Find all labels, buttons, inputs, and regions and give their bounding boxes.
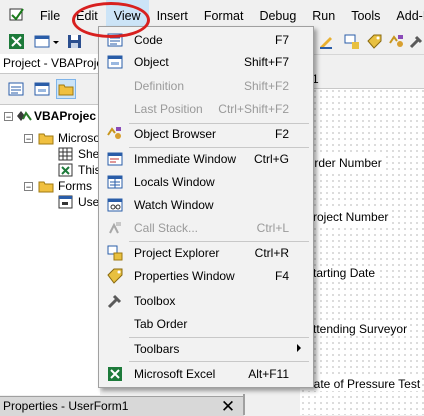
divider — [243, 394, 245, 415]
collapse-icon[interactable]: − — [24, 182, 33, 192]
label-date-of-pressure-test[interactable]: Date of Pressure Test — [304, 377, 422, 391]
watch-window-icon — [107, 197, 123, 213]
menu-tools[interactable]: Tools — [343, 0, 388, 30]
menu-item-watch-window[interactable]: Watch Window — [101, 194, 311, 216]
project-explorer-icon[interactable] — [344, 33, 361, 50]
menu-item-code[interactable]: Code F7 — [101, 29, 311, 51]
properties-title-text: Properties - UserForm1 — [3, 399, 129, 413]
object-browser-icon[interactable] — [388, 33, 405, 50]
menu-item-label: Call Stack... — [134, 221, 199, 235]
view-code-icon[interactable] — [6, 79, 26, 99]
menu-item-label: Properties Window — [134, 269, 235, 283]
menu-item-label: Object — [134, 55, 169, 69]
menu-item-label: Code — [134, 33, 163, 47]
tree-item-vbaproject[interactable]: VBAProjec — [34, 108, 96, 124]
folder-icon — [38, 131, 54, 145]
excel-icon[interactable] — [8, 33, 25, 50]
project-window-toolbar — [0, 74, 100, 104]
userform-designer[interactable] — [300, 70, 424, 415]
menu-file[interactable]: File — [32, 0, 68, 30]
view-object-icon[interactable] — [32, 79, 52, 99]
label-attending-surveyor[interactable]: Attending Surveyor — [304, 322, 409, 336]
menu-item-microsoft-excel[interactable]: Microsoft Excel Alt+F11 — [101, 363, 311, 385]
menu-add-ins[interactable]: Add-Ins — [388, 0, 424, 30]
menu-item-label: Project Explorer — [134, 246, 220, 260]
menu-item-properties-window[interactable]: Properties Window F4 — [101, 265, 311, 287]
menu-item-object[interactable]: Object Shift+F7 — [101, 51, 311, 73]
tree-item-microsoft-excel-objects[interactable]: Microsof — [58, 130, 100, 146]
tree-item-sheet[interactable]: Shee — [78, 146, 100, 162]
menu-item-label: Toolbars — [134, 342, 180, 356]
excel-icon — [107, 366, 123, 382]
menu-item-label: Locals Window — [134, 175, 215, 189]
menu-item-label: Object Browser — [134, 127, 217, 141]
menu-item-shortcut: F7 — [274, 33, 289, 47]
menu-item-locals-window[interactable]: Locals Window — [101, 171, 311, 193]
locals-window-icon — [107, 174, 123, 190]
menu-item-shortcut: Alt+F11 — [248, 367, 289, 381]
menu-item-definition[interactable]: Definition Shift+F2 — [101, 75, 311, 97]
project-tree: − VBAProjec − Microsof Shee This − Forms… — [0, 104, 100, 395]
collapse-icon[interactable]: − — [4, 112, 13, 122]
immediate-window-icon — [107, 151, 123, 167]
insert-userform-icon[interactable] — [34, 33, 51, 50]
design-mode-icon[interactable] — [318, 33, 335, 50]
menu-item-call-stack[interactable]: Call Stack... Ctrl+L — [101, 217, 311, 239]
object-icon — [107, 54, 123, 70]
menu-item-shortcut: Ctrl+G — [253, 152, 289, 166]
menu-separator — [129, 361, 309, 362]
view-menu: Code F7 Object Shift+F7 Definition Shift… — [98, 26, 314, 388]
userform-icon — [58, 195, 74, 209]
menu-item-immediate-window[interactable]: Immediate Window Ctrl+G — [101, 148, 311, 170]
menu-item-shortcut: Ctrl+L — [256, 221, 289, 235]
menu-item-label: Last Position — [134, 102, 203, 116]
code-icon — [107, 32, 123, 48]
menu-item-label: Definition — [134, 79, 185, 93]
object-browser-icon — [107, 126, 123, 142]
menu-item-label: Microsoft Excel — [134, 367, 216, 381]
menu-item-object-browser[interactable]: Object Browser F2 — [101, 123, 311, 145]
project-explorer-icon — [107, 245, 123, 261]
menu-item-project-explorer[interactable]: Project Explorer Ctrl+R — [101, 242, 311, 264]
menu-item-label: Toolbox — [134, 294, 176, 308]
menu-item-shortcut: F2 — [274, 127, 289, 141]
menu-item-tab-order[interactable]: Tab Order — [101, 313, 311, 335]
close-icon[interactable]: ✕ — [218, 397, 238, 416]
menu-item-label: Immediate Window — [134, 152, 237, 166]
menu-item-toolbox[interactable]: Toolbox — [101, 290, 311, 312]
menu-item-label: Tab Order — [134, 317, 188, 331]
tree-item-thisworkbook[interactable]: This — [78, 162, 100, 178]
collapse-icon[interactable]: − — [24, 134, 33, 144]
label-order-number[interactable]: Order Number — [304, 156, 383, 170]
toolbox-icon[interactable] — [408, 33, 424, 50]
vbe-app-icon[interactable] — [8, 6, 26, 24]
properties-window-icon[interactable] — [366, 33, 383, 50]
tree-item-forms[interactable]: Forms — [58, 178, 92, 194]
workbook-icon — [58, 163, 74, 177]
menu-item-shortcut: Ctrl+Shift+F2 — [218, 102, 289, 116]
menu-item-shortcut: Ctrl+R — [254, 246, 289, 260]
call-stack-icon — [107, 220, 123, 236]
toolbox-icon — [107, 293, 123, 309]
properties-window-icon — [107, 268, 123, 284]
menu-item-shortcut: Shift+F7 — [243, 55, 289, 69]
menu-item-label: Watch Window — [134, 198, 214, 212]
menu-item-last-position[interactable]: Last Position Ctrl+Shift+F2 — [101, 98, 311, 120]
vba-project-icon — [16, 109, 32, 123]
tree-item-userform[interactable]: User — [78, 194, 100, 210]
label-starting-date[interactable]: Starting Date — [304, 266, 377, 280]
folder-icon — [38, 179, 54, 193]
toggle-folders-icon[interactable] — [56, 79, 76, 99]
userform-window-title: 1 — [300, 70, 424, 89]
sheet-icon — [58, 147, 74, 161]
label-project-number[interactable]: Project Number — [304, 210, 390, 224]
menu-item-shortcut: Shift+F2 — [243, 79, 289, 93]
menu-item-shortcut: F4 — [274, 269, 289, 283]
menu-item-toolbars[interactable]: Toolbars — [101, 338, 311, 360]
chevron-down-icon[interactable] — [52, 33, 60, 50]
properties-window-title: Properties - UserForm1 ✕ — [0, 396, 244, 416]
submenu-arrow-icon — [297, 344, 301, 352]
project-window-title: Project - VBAProje — [0, 54, 103, 74]
save-icon[interactable] — [66, 33, 83, 50]
